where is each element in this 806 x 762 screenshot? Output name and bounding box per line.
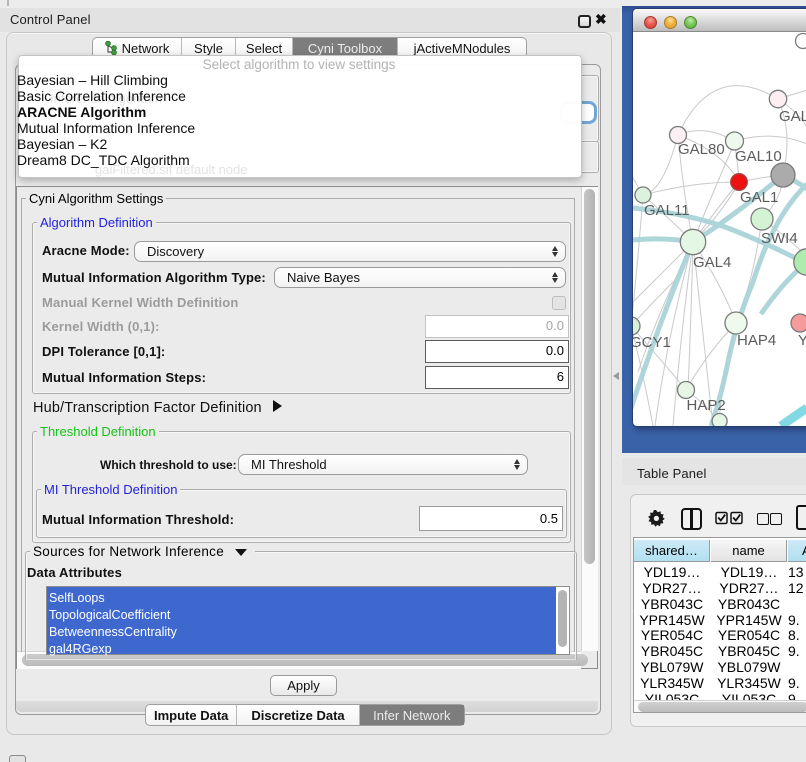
svg-text:GAL4: GAL4 — [693, 254, 731, 271]
svg-text:HAP4: HAP4 — [737, 332, 776, 349]
svg-text:GAL1: GAL1 — [740, 189, 778, 206]
svg-text:GAL10: GAL10 — [735, 148, 782, 165]
svg-text:GCY1: GCY1 — [633, 334, 671, 351]
svg-text:HAP2: HAP2 — [687, 397, 726, 414]
svg-text:SWI4: SWI4 — [761, 230, 798, 247]
svg-text:GAL2: GAL2 — [779, 108, 806, 125]
svg-text:GAL80: GAL80 — [678, 141, 725, 158]
svg-text:Y: Y — [798, 332, 806, 349]
svg-text:GAL11: GAL11 — [644, 202, 690, 219]
